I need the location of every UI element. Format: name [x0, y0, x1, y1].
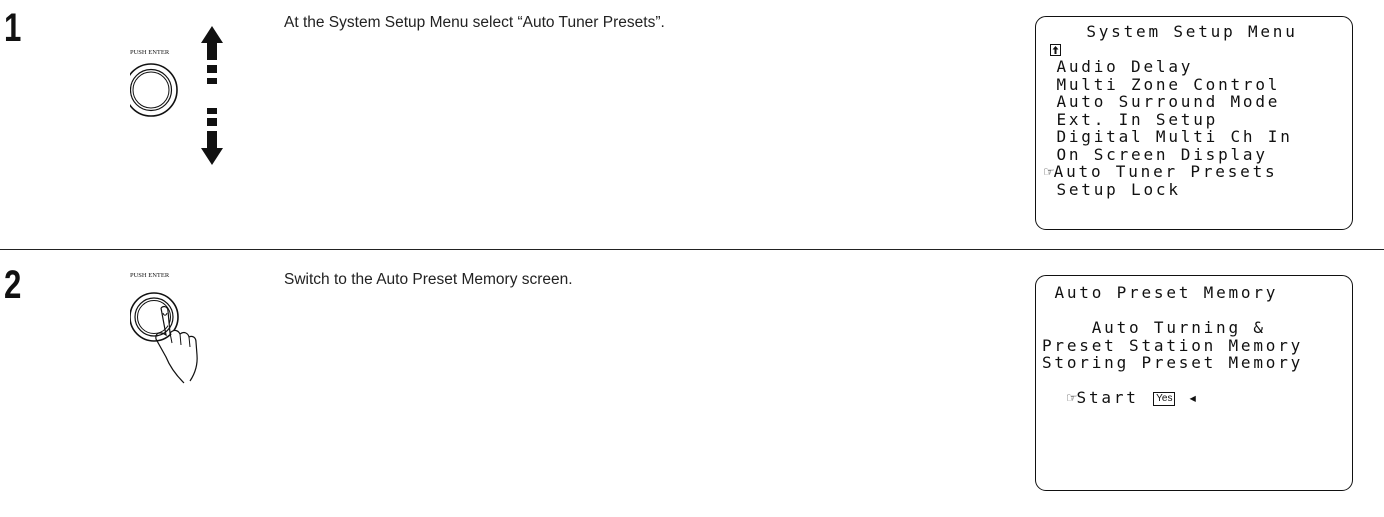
yes-option-box: Yes: [1153, 392, 1176, 406]
step-instruction: At the System Setup Menu select “Auto Tu…: [284, 14, 665, 31]
osd-screen-auto-preset-memory: Auto Preset Memory Auto Turning & Preset …: [1035, 275, 1353, 491]
scroll-up-row: [1044, 41, 1352, 59]
push-enter-press-illustration: PUSH ENTER: [129, 263, 240, 413]
menu-item-audio-delay: Audio Delay: [1056, 57, 1194, 76]
dial-label: PUSH ENTER: [130, 49, 170, 56]
menu-item-setup-lock: Setup Lock: [1056, 179, 1181, 199]
screen-line: Preset Station Memory: [1042, 335, 1304, 355]
push-enter-dial-rotate-icon: PUSH ENTER: [124, 26, 223, 165]
screen-title: System Setup Menu: [1086, 22, 1298, 41]
menu-item-ext-in-setup: Ext. In Setup: [1056, 109, 1219, 129]
step-instruction: Switch to the Auto Preset Memory screen.: [284, 271, 573, 288]
step-number: 1: [4, 6, 22, 50]
menu-item-auto-tuner-presets: ☞Auto Tuner Presets: [1044, 162, 1278, 181]
hand-pressing-dial-icon: PUSH ENTER: [129, 272, 198, 384]
pointing-hand-icon: ☞: [1066, 388, 1077, 407]
dial-label: PUSH ENTER: [130, 272, 170, 279]
pointing-hand-icon: ☞: [1044, 162, 1054, 181]
menu-item-multi-zone-control: Multi Zone Control: [1056, 74, 1281, 94]
screen-line: Storing Preset Memory: [1042, 353, 1304, 372]
left-cursor-icon: ◂: [1187, 388, 1198, 407]
step-divider: [0, 249, 1384, 250]
step-1: 1 PUSH ENTER At the System Setup Menu se…: [0, 0, 1384, 242]
menu-item-digital-multi-ch-in: Digital Multi Ch In: [1056, 127, 1293, 146]
start-option-row: ☞Start Yes ◂: [1042, 389, 1352, 407]
menu-item-on-screen-display: On Screen Display: [1056, 144, 1268, 164]
menu-item-auto-surround-mode: Auto Surround Mode: [1056, 92, 1281, 111]
osd-screen-system-setup-menu: System Setup Menu Audio Delay Multi Zone…: [1035, 16, 1353, 230]
screen-title: Auto Preset Memory: [1054, 283, 1279, 302]
up-arrow-box-icon: [1050, 43, 1061, 56]
screen-line: Auto Turning &: [1091, 318, 1266, 337]
step-2: 2 PUSH ENTER Switch to the Auto Preset M…: [0, 257, 1384, 517]
push-enter-dial-illustration: PUSH ENTER: [124, 8, 240, 168]
step-number: 2: [4, 263, 22, 307]
start-label: Start: [1076, 388, 1139, 407]
